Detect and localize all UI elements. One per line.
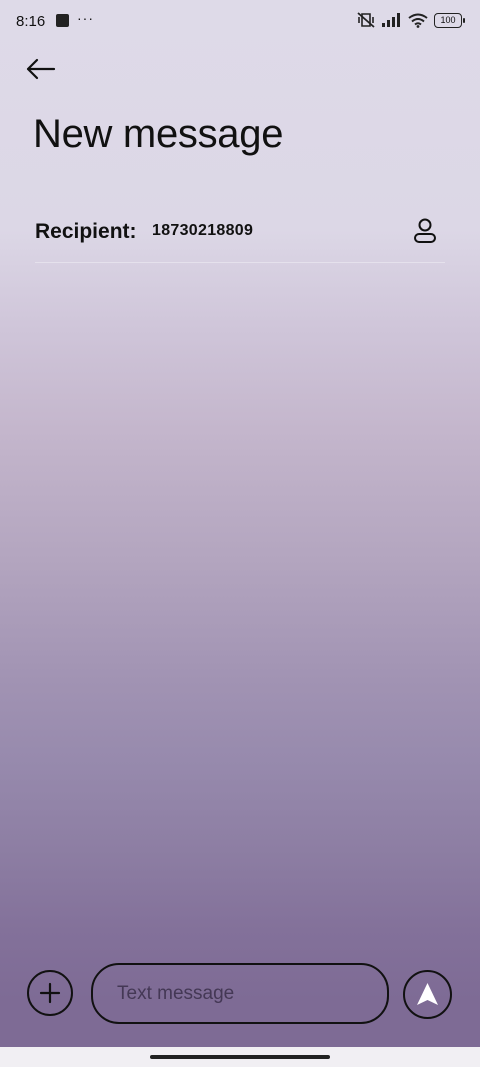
battery-icon: 100 [434, 12, 465, 28]
send-icon [417, 983, 438, 1005]
person-icon [414, 218, 436, 243]
home-indicator[interactable] [150, 1055, 330, 1059]
status-time: 8:16 [16, 13, 46, 30]
vibrate-silent-icon [357, 12, 375, 28]
recipient-row: Recipient: 18730218809 [35, 216, 445, 250]
attach-button[interactable] [27, 970, 73, 1016]
recipient-divider [35, 262, 445, 263]
contact-picker-button[interactable] [411, 216, 439, 248]
back-arrow-icon [26, 58, 56, 80]
recipient-label: Recipient: [35, 220, 137, 243]
notification-square-icon [56, 14, 69, 27]
status-icons: 100 [356, 11, 465, 29]
send-button[interactable] [403, 970, 452, 1019]
message-input[interactable] [91, 963, 389, 1024]
status-bar: 8:16 ··· 100 [0, 0, 480, 44]
back-button[interactable] [24, 54, 58, 84]
signal-icon [382, 13, 400, 27]
navigation-bar [0, 1047, 480, 1067]
recipient-number[interactable]: 18730218809 [152, 222, 253, 240]
wifi-icon [408, 13, 428, 28]
message-composer [0, 960, 480, 1030]
more-notifications-icon: ··· [77, 10, 94, 26]
plus-icon [39, 982, 61, 1004]
page-title: New message [33, 112, 284, 156]
